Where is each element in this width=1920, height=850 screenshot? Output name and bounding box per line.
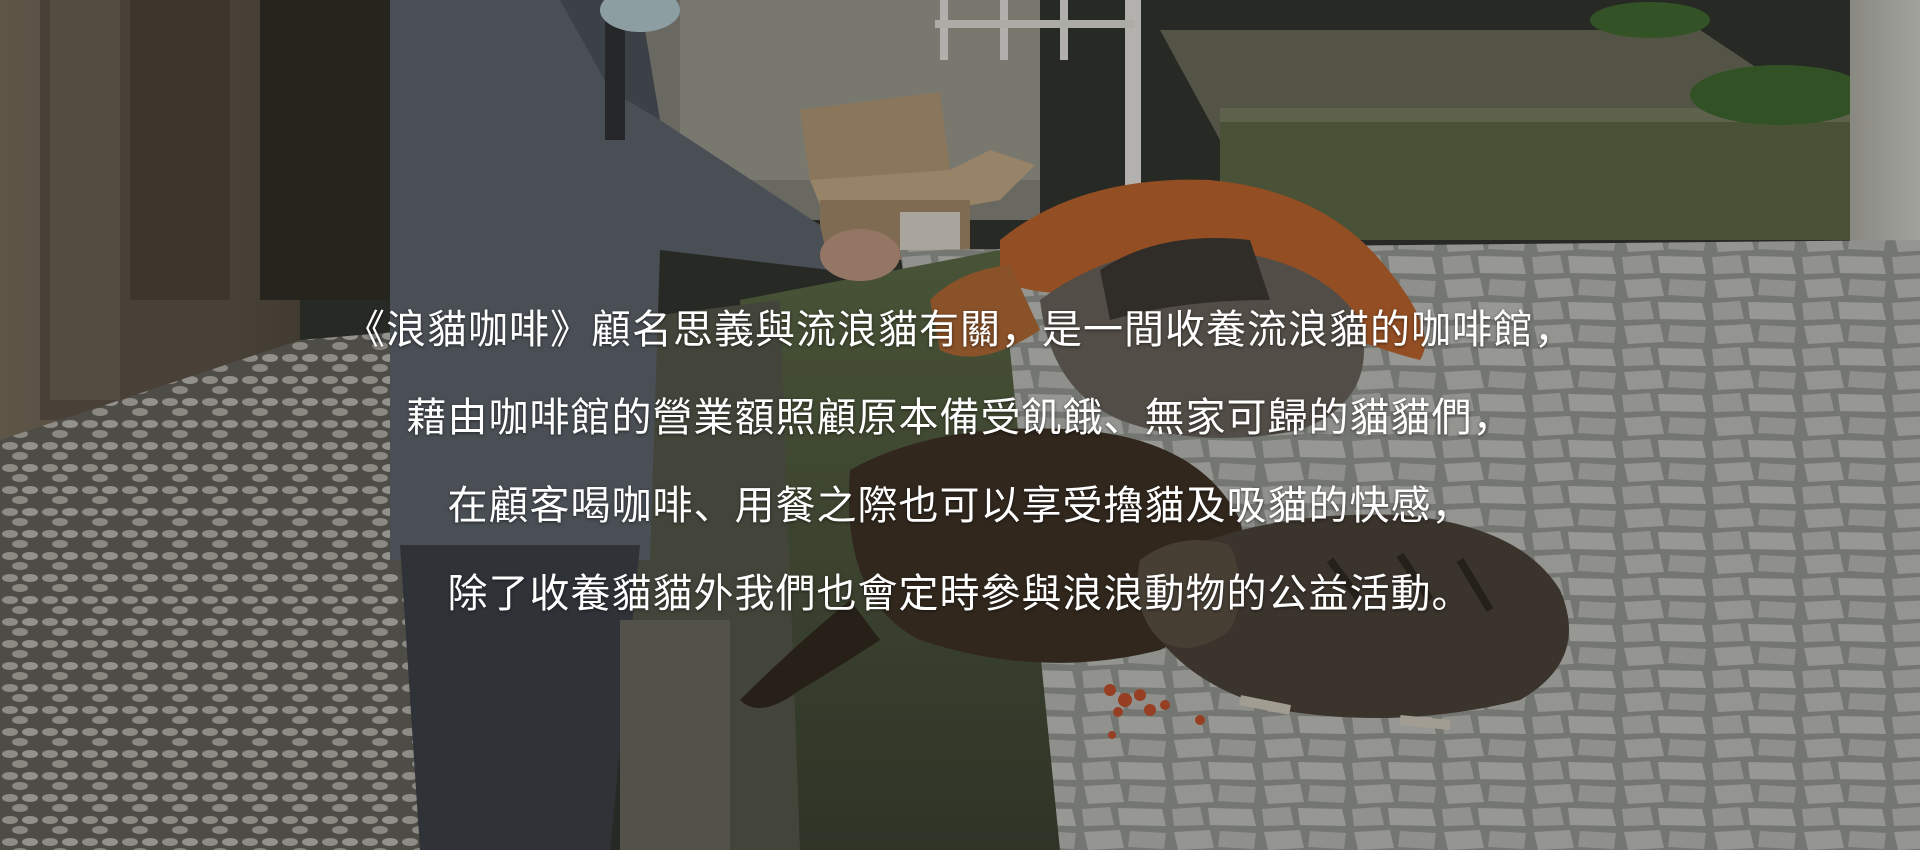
hero-banner: 《浪貓咖啡》顧名思義與流浪貓有關，是一間收養流浪貓的咖啡館， 藉由咖啡館的營業額… xyxy=(0,0,1920,850)
intro-line-1: 《浪貓咖啡》顧名思義與流浪貓有關，是一間收養流浪貓的咖啡館， xyxy=(345,307,1575,353)
intro-text: 《浪貓咖啡》顧名思義與流浪貓有關，是一間收養流浪貓的咖啡館， 藉由咖啡館的營業額… xyxy=(0,286,1920,638)
intro-line-4: 除了收養貓貓外我們也會定時參與浪浪動物的公益活動。 xyxy=(447,571,1473,617)
intro-line-3: 在顧客喝咖啡、用餐之際也可以享受擼貓及吸貓的快感， xyxy=(447,483,1473,529)
intro-line-2: 藉由咖啡館的營業額照顧原本備受飢餓、無家可歸的貓貓們， xyxy=(406,395,1514,441)
